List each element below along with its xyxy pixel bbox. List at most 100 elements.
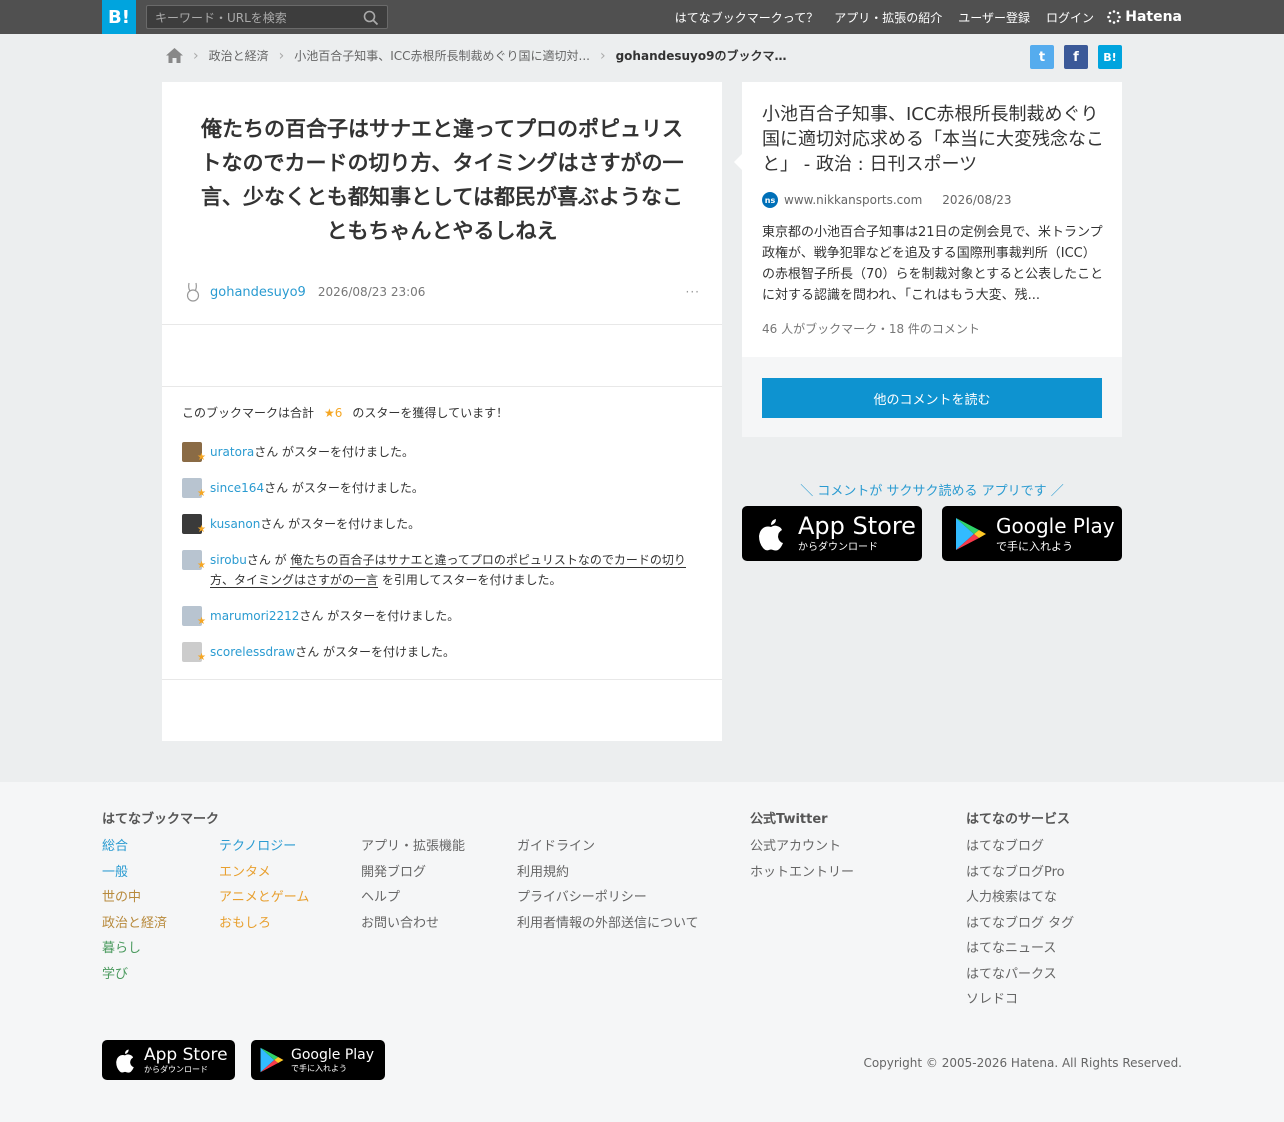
footer-link[interactable]: ヘルプ bbox=[361, 885, 465, 911]
star-user[interactable]: kusanon bbox=[210, 517, 260, 531]
user-avatar-rabbit-icon[interactable] bbox=[184, 282, 202, 302]
footer-app-store-title: App Store bbox=[144, 1044, 228, 1065]
copyright: Copyright © 2005-2026 Hatena. All Rights… bbox=[863, 1056, 1182, 1070]
nav-about[interactable]: はてなブックマークって？ bbox=[675, 9, 818, 26]
footer-categories-a: 総合 一般 世の中 政治と経済 暮らし 学び bbox=[102, 834, 167, 987]
nav-register[interactable]: ユーザー登録 bbox=[958, 9, 1030, 26]
stars-summary-suffix: のスターを獲得しています！ bbox=[352, 406, 509, 420]
footer-link[interactable]: おもしろ bbox=[219, 911, 309, 937]
app-store-badge[interactable]: App Store からダウンロード bbox=[742, 506, 922, 561]
footer-link[interactable]: ホットエントリー bbox=[750, 860, 854, 886]
search-input[interactable]: キーワード・URLを検索 bbox=[146, 5, 388, 29]
entry-date: 2026/08/23 bbox=[942, 193, 1012, 207]
footer-link[interactable]: 開発ブログ bbox=[361, 860, 465, 886]
search-placeholder: キーワード・URLを検索 bbox=[155, 10, 287, 25]
footer-link[interactable]: 学び bbox=[102, 962, 167, 988]
footer-link[interactable]: アプリ・拡張機能 bbox=[361, 834, 465, 860]
breadcrumb-entry[interactable]: 小池百合子知事、ICC赤根所長制裁めぐり国に適切対... bbox=[294, 47, 590, 64]
entry-domain[interactable]: www.nikkansports.com bbox=[784, 193, 922, 207]
divider bbox=[162, 324, 722, 325]
footer-links-b: ガイドライン 利用規約 プライバシーポリシー 利用者情報の外部送信について bbox=[517, 834, 699, 936]
footer-twitter-links: 公式アカウント ホットエントリー bbox=[750, 834, 854, 885]
footer-link[interactable]: テクノロジー bbox=[219, 834, 309, 860]
google-play-badge[interactable]: Google Play で手に入れよう bbox=[942, 506, 1122, 561]
footer-link[interactable]: 一般 bbox=[102, 860, 167, 886]
footer-link[interactable]: 政治と経済 bbox=[102, 911, 167, 937]
search-icon[interactable] bbox=[363, 10, 379, 26]
top-nav: はてなブックマークって？ アプリ・拡張の紹介 ユーザー登録 ログイン bbox=[675, 0, 1094, 34]
footer-link[interactable]: 公式アカウント bbox=[750, 834, 854, 860]
footer-link[interactable]: はてなブログ タグ bbox=[966, 911, 1074, 937]
star-user[interactable]: sirobu bbox=[210, 553, 247, 567]
footer-app-store-badge[interactable]: App Store からダウンロード bbox=[102, 1040, 235, 1080]
footer-link[interactable]: 人力検索はてな bbox=[966, 885, 1074, 911]
star-user[interactable]: uratora bbox=[210, 445, 254, 459]
star-icon: ★ bbox=[197, 488, 206, 499]
footer-link[interactable]: 利用者情報の外部送信について bbox=[517, 911, 699, 937]
bookmark-user[interactable]: gohandesuyo9 bbox=[210, 285, 306, 300]
bookmark-date[interactable]: 2026/08/23 23:06 bbox=[318, 285, 426, 299]
more-options-icon[interactable]: ··· bbox=[686, 285, 700, 299]
star-text: さん が bbox=[246, 553, 291, 567]
footer-link[interactable]: はてなニュース bbox=[966, 936, 1074, 962]
bookmark-card: 俺たちの百合子はサナエと違ってプロのポピュリストなのでカードの切り方、タイミング… bbox=[162, 82, 722, 741]
footer-link[interactable]: はてなブログPro bbox=[966, 860, 1074, 886]
star-row: ★ uratoraさん がスターを付けました。 bbox=[182, 442, 702, 463]
star-text: さん がスターを付けました。 bbox=[299, 609, 460, 623]
chevron-right-icon: › bbox=[599, 47, 606, 64]
chevron-right-icon: › bbox=[278, 47, 285, 64]
star-user[interactable]: since164 bbox=[210, 481, 264, 495]
footer-link[interactable]: はてなパークス bbox=[966, 962, 1074, 988]
footer-link[interactable]: ソレドコ bbox=[966, 987, 1074, 1013]
breadcrumb-category[interactable]: 政治と経済 bbox=[209, 47, 269, 64]
footer-link[interactable]: 利用規約 bbox=[517, 860, 699, 886]
footer-google-play-badge[interactable]: Google Play で手に入れよう bbox=[251, 1040, 385, 1080]
star-row: ★ since164さん がスターを付けました。 bbox=[182, 478, 702, 499]
hatena-brand-text: Hatena bbox=[1125, 9, 1182, 25]
stars-summary: このブックマークは合計 ★6 のスターを獲得しています！ bbox=[182, 404, 508, 421]
avatar[interactable]: ★ bbox=[182, 478, 206, 499]
footer-categories-b: テクノロジー エンタメ アニメとゲーム おもしろ bbox=[219, 834, 309, 936]
entry-title[interactable]: 小池百合子知事、ICC赤根所長制裁めぐり国に適切対応求める「本当に大変残念なこと… bbox=[762, 102, 1107, 177]
hatena-brand[interactable]: Hatena bbox=[1107, 0, 1182, 34]
entry-count[interactable]: 46 人がブックマーク・18 件のコメント bbox=[762, 320, 980, 337]
footer-link[interactable]: はてなブログ bbox=[966, 834, 1074, 860]
avatar[interactable]: ★ bbox=[182, 442, 206, 463]
divider bbox=[162, 679, 722, 680]
footer-link[interactable]: お問い合わせ bbox=[361, 911, 465, 937]
footer-link[interactable]: アニメとゲーム bbox=[219, 885, 309, 911]
footer: はてなブックマーク 総合 一般 世の中 政治と経済 暮らし 学び テクノロジー エンタメ アニ… bbox=[0, 782, 1284, 1122]
footer-link[interactable]: 世の中 bbox=[102, 885, 167, 911]
twitter-share-icon[interactable]: t bbox=[1030, 45, 1054, 69]
apple-icon bbox=[116, 1049, 134, 1073]
star-list: ★ uratoraさん がスターを付けました。 ★ since164さん がスタ… bbox=[182, 442, 702, 678]
footer-link[interactable]: 暮らし bbox=[102, 936, 167, 962]
nav-login[interactable]: ログイン bbox=[1046, 9, 1094, 26]
footer-link[interactable]: プライバシーポリシー bbox=[517, 885, 699, 911]
chevron-right-icon: › bbox=[193, 47, 199, 64]
home-icon[interactable] bbox=[166, 48, 183, 63]
footer-google-play-title: Google Play bbox=[291, 1046, 375, 1063]
star-user[interactable]: marumori2212 bbox=[210, 609, 299, 623]
star-icon: ★ bbox=[197, 452, 206, 463]
avatar[interactable]: ★ bbox=[182, 550, 206, 571]
star-user[interactable]: scorelessdraw bbox=[210, 645, 295, 659]
footer-links-a: アプリ・拡張機能 開発ブログ ヘルプ お問い合わせ bbox=[361, 834, 465, 936]
footer-link[interactable]: エンタメ bbox=[219, 860, 309, 886]
share-buttons: t f B! bbox=[1030, 45, 1122, 69]
footer-twitter-title: 公式Twitter bbox=[750, 812, 828, 827]
star-row: ★ kusanonさん がスターを付けました。 bbox=[182, 514, 702, 535]
hatena-share-icon[interactable]: B! bbox=[1098, 45, 1122, 69]
read-other-comments-button[interactable]: 他のコメントを読む bbox=[762, 378, 1102, 418]
entry-site: ns www.nikkansports.com 2026/08/23 bbox=[762, 192, 1011, 208]
avatar[interactable]: ★ bbox=[182, 514, 206, 535]
hatena-bookmark-logo[interactable]: B! bbox=[102, 0, 136, 34]
footer-link[interactable]: ガイドライン bbox=[517, 834, 699, 860]
footer-link[interactable]: 総合 bbox=[102, 834, 167, 860]
nav-apps[interactable]: アプリ・拡張の紹介 bbox=[834, 9, 942, 26]
star-count: ★6 bbox=[324, 405, 343, 420]
facebook-share-icon[interactable]: f bbox=[1064, 45, 1088, 69]
avatar[interactable]: ★ bbox=[182, 606, 206, 627]
site-favicon-icon: ns bbox=[762, 192, 778, 208]
avatar[interactable]: ★ bbox=[182, 642, 206, 663]
